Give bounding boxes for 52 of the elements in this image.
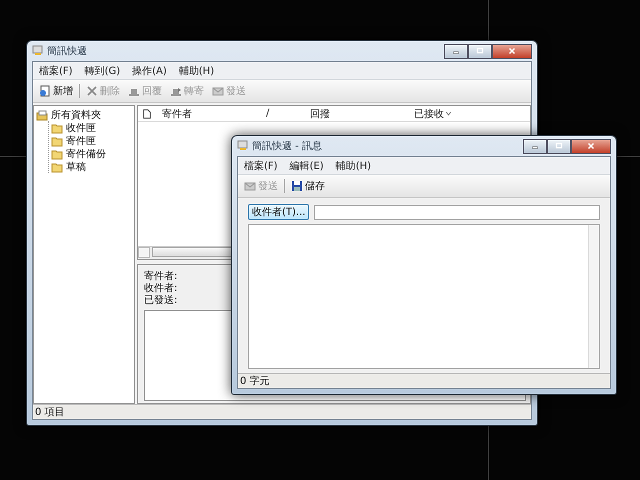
sort-caret-icon <box>444 109 453 118</box>
menu-item[interactable]: 檔案(F) <box>39 64 73 78</box>
close-button[interactable] <box>492 44 532 58</box>
envelope-icon <box>244 180 256 192</box>
app-icon <box>32 44 44 56</box>
toolbar-button[interactable]: 儲存 <box>289 178 327 194</box>
maximize-icon <box>475 46 485 56</box>
folder-item[interactable]: 寄件備份 <box>66 146 106 160</box>
menu-item[interactable]: 操作(A) <box>132 64 167 78</box>
minimize-button[interactable] <box>523 138 547 154</box>
window-title: 簡訊快遞 <box>47 44 88 58</box>
folder-icon <box>51 148 63 160</box>
field-label: 已發送: <box>144 295 178 307</box>
scrollbar-thumb[interactable] <box>152 247 232 257</box>
recipient-button[interactable]: 收件者(T)... <box>248 204 310 220</box>
column-header[interactable]: 已接收 <box>410 106 484 121</box>
field-label: 寄件者: <box>144 271 178 282</box>
folder-icon <box>51 122 63 134</box>
status-text: 0 字元 <box>240 374 270 388</box>
field-label: 收件者: <box>144 283 178 295</box>
folder-item[interactable]: 所有資料夾 <box>51 108 101 122</box>
vertical-scrollbar[interactable] <box>588 225 599 368</box>
recipient-field[interactable] <box>314 204 600 220</box>
column-header[interactable]: 寄件者 <box>158 106 262 121</box>
window-title: 簡訊快遞 - 訊息 <box>252 140 323 153</box>
close-icon <box>507 46 517 56</box>
folder-item[interactable]: 寄件匣 <box>66 134 96 148</box>
menu-item[interactable]: 轉到(G) <box>84 64 120 78</box>
close-icon <box>586 141 596 151</box>
column-header[interactable]: / <box>262 106 306 121</box>
envelope-icon <box>212 85 224 97</box>
column-header[interactable]: 回撥 <box>306 106 410 121</box>
folders-icon <box>36 108 48 120</box>
app-icon <box>237 138 249 150</box>
maximize-icon <box>554 141 564 151</box>
folder-item[interactable]: 收件匣 <box>66 120 96 134</box>
menu-item[interactable]: 輔助(H) <box>178 64 214 78</box>
status-text: 0 項目 <box>35 406 65 419</box>
folder-item[interactable]: 草稿 <box>66 160 86 174</box>
delete-x-icon <box>86 85 98 97</box>
close-button[interactable] <box>571 138 611 154</box>
folder-icon <box>51 160 63 172</box>
minimize-button[interactable] <box>444 44 468 58</box>
menu-item[interactable]: 編輯(E) <box>290 158 324 172</box>
maximize-button[interactable] <box>468 44 492 58</box>
folder-icon <box>51 134 63 146</box>
menu-item[interactable]: 輔助(H) <box>336 158 372 172</box>
menu-item[interactable]: 檔案(F) <box>244 158 278 172</box>
maximize-button[interactable] <box>547 138 571 154</box>
new-mail-icon <box>39 85 51 97</box>
document-icon <box>142 108 152 118</box>
toolbar-button[interactable]: 新增 <box>37 83 75 99</box>
